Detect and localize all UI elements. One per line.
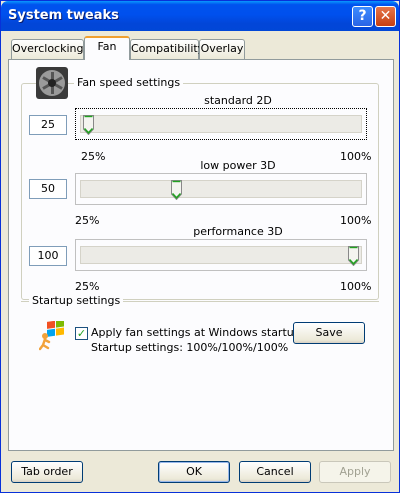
apply-at-startup-label[interactable]: Apply fan settings at Windows startup	[91, 326, 301, 339]
slider-performance-3d-min-label: 25%	[75, 280, 100, 293]
apply-at-startup-checkbox[interactable]: ✓	[75, 327, 88, 340]
fan-icon	[36, 67, 68, 99]
slider-thumb[interactable]	[348, 246, 359, 266]
slider-low-power-3d-min-label: 25%	[75, 214, 100, 227]
slider-standard-2d[interactable]	[75, 108, 367, 140]
slider-thumb[interactable]	[171, 180, 183, 200]
low-power-3d-value-field[interactable]: 50	[29, 179, 67, 199]
performance-3d-value-field[interactable]: 100	[29, 246, 67, 266]
startup-run-icon	[39, 321, 64, 351]
startup-status-text: Startup settings: 100%/100%/100%	[91, 341, 289, 354]
fan-speed-group-title: Fan speed settings	[74, 76, 184, 89]
standard-2d-value-field[interactable]: 25	[29, 115, 67, 135]
tab-fan[interactable]: Fan	[84, 36, 130, 60]
close-button[interactable]: ✕	[375, 6, 396, 27]
slider-performance-3d-label: performance 3D	[193, 225, 283, 238]
title-bar[interactable]: System tweaks ? ✕	[1, 1, 399, 31]
startup-group-title: Startup settings	[29, 294, 124, 307]
slider-performance-3d-max-label: 100%	[340, 280, 372, 293]
slider-low-power-3d-max-label: 100%	[340, 214, 372, 227]
tab-overlay[interactable]: Overlay	[199, 39, 245, 59]
help-icon: ?	[358, 8, 367, 24]
slider-standard-2d-label: standard 2D	[204, 94, 272, 107]
slider-performance-3d[interactable]	[75, 239, 367, 271]
slider-low-power-3d[interactable]	[75, 173, 367, 205]
apply-button: Apply	[319, 461, 391, 483]
slider-standard-2d-min-label: 25%	[81, 150, 106, 163]
save-button[interactable]: Save	[293, 322, 365, 344]
cancel-button[interactable]: Cancel	[239, 461, 311, 483]
system-tweaks-window: System tweaks ? ✕ Overclocking Fan Compa…	[0, 0, 400, 493]
ok-button[interactable]: OK	[158, 461, 230, 483]
slider-low-power-3d-label: low power 3D	[200, 159, 276, 172]
tab-overclocking[interactable]: Overclocking	[11, 39, 84, 59]
slider-thumb[interactable]	[83, 115, 94, 135]
close-icon: ✕	[379, 8, 392, 24]
checkmark-icon: ✓	[76, 327, 87, 340]
tab-compatibility[interactable]: Compatibility	[130, 39, 204, 59]
tab-order-button[interactable]: Tab order	[11, 461, 83, 483]
help-button[interactable]: ?	[352, 6, 373, 27]
window-title: System tweaks	[8, 8, 119, 23]
slider-standard-2d-max-label: 100%	[340, 150, 372, 163]
